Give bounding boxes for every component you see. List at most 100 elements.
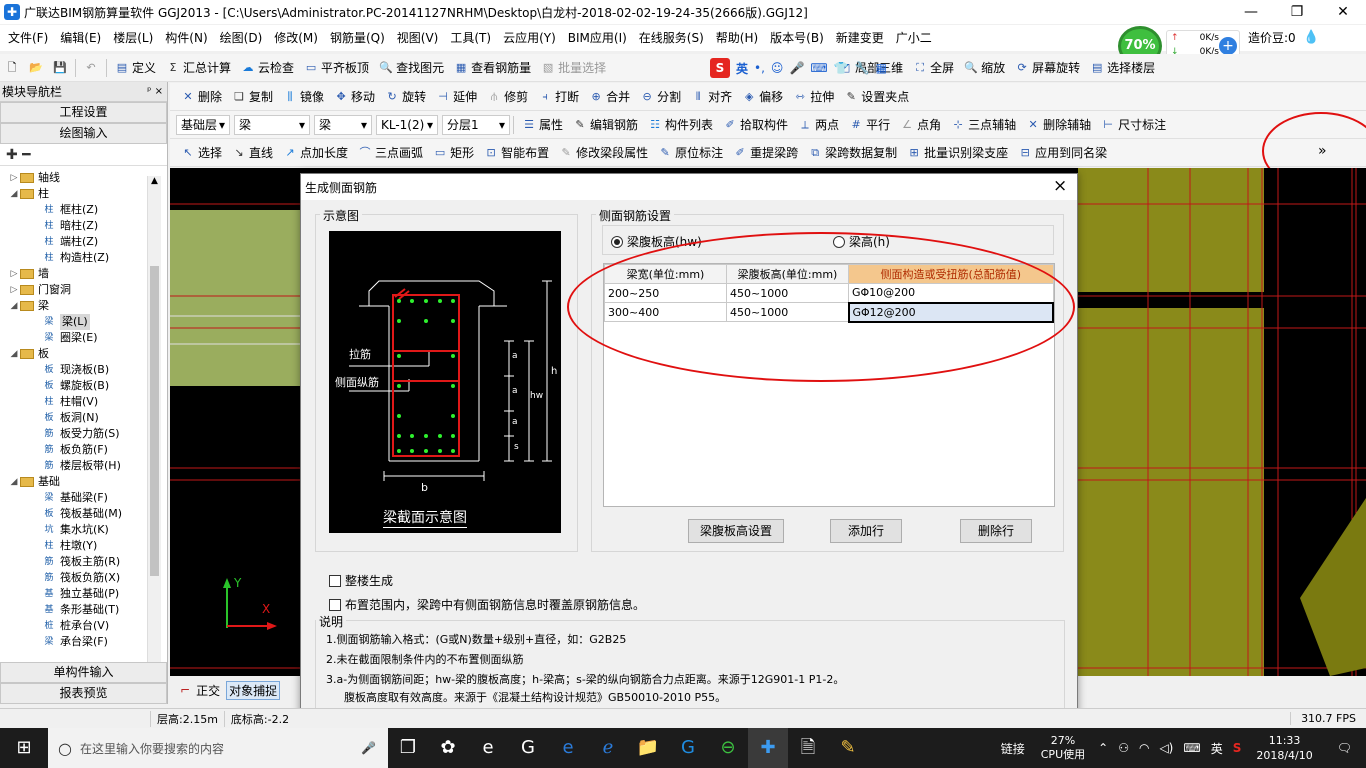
ortho-button[interactable]: 正交 [196,682,220,699]
component-toolbar-button[interactable]: ✐ 拾取构件 [718,112,793,138]
restore-button[interactable]: ❐ [1274,0,1320,24]
component-toolbar-button[interactable]: ✕ 删除辅轴 [1021,112,1096,138]
menu-item[interactable]: 在线服务(S) [633,25,710,51]
draw-toolbar-button[interactable]: ✎ 原位标注 [653,140,728,166]
tree-item[interactable]: 梁承台梁(F) [0,634,167,650]
menu-item[interactable]: 版本号(B) [764,25,830,51]
draw-toolbar-button[interactable]: ⊟ 应用到同名梁 [1013,140,1112,166]
edge-icon[interactable]: e [468,728,508,768]
tree-item[interactable]: ◢ 板 [0,346,167,362]
draw-toolbar-button[interactable]: ↖ 选择 [176,140,227,166]
green-app-icon[interactable]: ⊖ [708,728,748,768]
toolbar-combo[interactable]: 梁 ▾ [314,114,372,135]
whole-building-checkbox[interactable]: 整楼生成 [329,572,393,589]
dialog-close-button[interactable]: × [1053,176,1067,196]
edit-toolbar-button[interactable]: ⊣ 延伸 [431,84,482,110]
draw-toolbar-button[interactable]: ↗ 点加长度 [278,140,353,166]
tree-item[interactable]: ◢ 柱 [0,186,167,202]
grid-icon[interactable]: ▦ [876,61,887,75]
edit-toolbar-button[interactable]: ↻ 旋转 [380,84,431,110]
menu-item[interactable]: 视图(V) [391,25,445,51]
plus-icon[interactable]: + [1219,37,1237,55]
expand-collapse-icons[interactable]: ✚ ━ [0,144,167,166]
tree-item[interactable]: ◢ 基础 [0,474,167,490]
edit-toolbar-button[interactable]: ⫞ 打断 [533,84,584,110]
tree-item[interactable]: 柱柱帽(V) [0,394,167,410]
component-toolbar-button[interactable]: ⟂ 两点 [793,112,844,138]
edit-toolbar-button[interactable]: ⫴ 对齐 [686,84,737,110]
toolbar-combo[interactable]: 梁 ▾ [234,114,310,135]
people-icon[interactable]: ⚇ [1113,741,1134,755]
tree-item[interactable]: 板现浇板(B) [0,362,167,378]
overwrite-checkbox-box[interactable] [329,598,341,611]
tree-item[interactable]: 筋板受力筋(S) [0,426,167,442]
menu-item[interactable]: 工具(T) [444,25,497,51]
tree-item[interactable]: 基条形基础(T) [0,602,167,618]
tree-item[interactable]: 梁圈梁(E) [0,330,167,346]
zaojiadou-label[interactable]: 造价豆:0 [1248,30,1296,46]
tray-chevron-icon[interactable]: ⌃ [1093,741,1113,755]
cpu-usage[interactable]: 27% CPU使用 [1033,734,1093,762]
drop-icon[interactable]: 💧 [1303,30,1319,46]
web-height-settings-button[interactable]: 梁腹板高设置 [688,519,784,543]
toolbar-combo[interactable]: 分层1 ▾ [442,114,510,135]
file-explorer-icon[interactable]: 📁 [628,728,668,768]
component-toolbar-button[interactable]: ✎ 编辑钢筋 [568,112,643,138]
menu-item[interactable]: 新建变更 [830,25,890,51]
main-toolbar-button[interactable]: 🔍 查找图元 [374,55,449,81]
tree-item[interactable]: ▷ 轴线 [0,170,167,186]
microphone-icon[interactable]: 🎤 [361,741,376,755]
main-toolbar-button[interactable]: ▧ 批量选择 [536,55,611,81]
expand-icon[interactable]: ▷ [8,266,20,282]
tree-item[interactable]: 筋筏板负筋(X) [0,570,167,586]
wifi-icon[interactable]: ◠ [1134,741,1154,755]
draw-toolbar-button[interactable]: ✐ 重提梁跨 [728,140,803,166]
taskbar-search[interactable]: ○ 在这里输入你要搜索的内容 🎤 [48,728,388,768]
edge-blue-icon[interactable]: e [548,728,588,768]
edit-toolbar-button[interactable]: ✎ 设置夹点 [839,84,914,110]
tree-item[interactable]: 板螺旋板(B) [0,378,167,394]
minimize-button[interactable]: — [1228,0,1274,24]
skin-icon[interactable]: 👕 [834,61,849,75]
whole-building-checkbox-box[interactable] [329,574,341,587]
component-toolbar-button[interactable]: # 平行 [844,112,895,138]
menu-item[interactable]: 文件(F) [2,25,54,51]
draw-toolbar-button[interactable]: ⌒ 三点画弧 [353,140,428,166]
draw-toolbar-button[interactable]: ⧉ 梁跨数据复制 [803,140,902,166]
toolbar-combo[interactable]: 基础层 ▾ [176,114,230,135]
toolbar-combo[interactable]: KL-1(2) ▾ [376,114,438,135]
edit-toolbar-button[interactable]: ❏ 复制 [227,84,278,110]
add-row-button[interactable]: 添加行 [830,519,902,543]
close-window-button[interactable]: ✕ [1320,0,1366,24]
keyboard-icon[interactable]: ⌨ [810,61,827,75]
main-toolbar-button[interactable]: ☁ 云检查 [236,55,299,81]
edit-toolbar-button[interactable]: ◈ 偏移 [737,84,788,110]
volume-icon[interactable]: ◁) [1154,741,1178,755]
main-toolbar-button[interactable]: ▦ 查看钢筋量 [449,55,536,81]
tree-item[interactable]: 柱框柱(Z) [0,202,167,218]
link-label[interactable]: 链接 [993,740,1033,757]
punct-icon[interactable]: •, [754,61,765,75]
tree-scrollbar[interactable]: ▲ ▼ [147,176,161,688]
tree-item[interactable]: 筋楼层板带(H) [0,458,167,474]
tree-item[interactable]: 柱构造柱(Z) [0,250,167,266]
store-icon[interactable]: 🗎 [788,728,828,768]
menu-item[interactable]: 修改(M) [268,25,324,51]
collapse-icon[interactable]: ◢ [8,474,20,490]
browser-icon[interactable]: G [508,728,548,768]
component-toolbar-button[interactable]: ⊹ 三点辅轴 [946,112,1021,138]
object-snap-button[interactable]: 对象捕捉 [226,680,281,700]
collapse-icon[interactable]: ◢ [8,298,20,314]
draw-toolbar-button[interactable]: ⊞ 批量识别梁支座 [902,140,1013,166]
main-toolbar-button[interactable]: Σ 汇总计算 [161,55,236,81]
clock[interactable]: 11:33 2018/4/10 [1246,733,1322,763]
edit-toolbar-button[interactable]: ⫼ 镜像 [278,84,329,110]
windows-start-icon[interactable]: ⊞ [0,728,48,768]
tree-item[interactable]: 筋筏板主筋(R) [0,554,167,570]
draw-toolbar-button[interactable]: ↘ 直线 [227,140,278,166]
report-preview-button[interactable]: 报表预览 [0,683,167,704]
tree-item[interactable]: 柱端柱(Z) [0,234,167,250]
mic-icon[interactable]: 🎤 [789,61,804,75]
edit-toolbar-button[interactable]: ⊕ 合并 [584,84,635,110]
tree-item[interactable]: ▷ 墙 [0,266,167,282]
